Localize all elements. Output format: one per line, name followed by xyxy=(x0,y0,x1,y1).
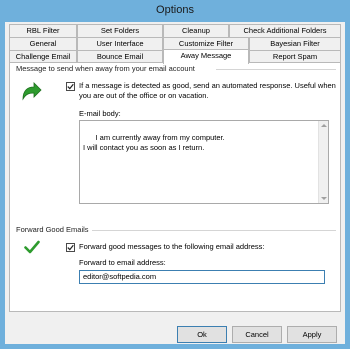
tab-cleanup[interactable]: Cleanup xyxy=(163,24,229,37)
forward-checkbox[interactable] xyxy=(66,243,75,252)
email-body-scrollbar[interactable] xyxy=(318,121,328,203)
forward-label: Forward good messages to the following e… xyxy=(79,242,265,251)
away-group-divider xyxy=(216,69,336,70)
tab-row-1: RBL Filter Set Folders Cleanup Check Add… xyxy=(9,24,341,37)
apply-button[interactable]: Apply xyxy=(287,326,337,343)
forward-group-divider xyxy=(92,230,336,231)
tab-set-folders[interactable]: Set Folders xyxy=(77,24,163,37)
email-body-text: I am currently away from my computer. I … xyxy=(83,133,225,152)
ok-button[interactable]: Ok xyxy=(177,326,227,343)
forward-address-input[interactable]: editor@softpedia.com xyxy=(79,270,325,284)
window-title: Options xyxy=(0,0,350,20)
green-checkmark-icon xyxy=(24,240,40,254)
tab-user-interface[interactable]: User Interface xyxy=(77,37,163,50)
green-reply-arrow-icon xyxy=(22,82,42,101)
tab-general[interactable]: General xyxy=(9,37,77,50)
email-body-textarea[interactable]: I am currently away from my computer. I … xyxy=(79,120,329,204)
scroll-up-icon[interactable] xyxy=(321,124,327,127)
cancel-button[interactable]: Cancel xyxy=(232,326,282,343)
tab-check-additional-folders[interactable]: Check Additional Folders xyxy=(229,24,341,37)
away-message-panel: Message to send when away from your emai… xyxy=(9,62,341,312)
forward-group-title: Forward Good Emails xyxy=(16,225,89,234)
tab-away-message[interactable]: Away Message xyxy=(163,49,249,64)
forward-address-label: Forward to email address: xyxy=(79,258,166,267)
options-dialog: RBL Filter Set Folders Cleanup Check Add… xyxy=(5,22,345,344)
away-response-checkbox[interactable] xyxy=(66,82,75,91)
email-body-label: E-mail body: xyxy=(79,109,121,118)
scroll-down-icon[interactable] xyxy=(321,197,327,200)
away-response-label: If a message is detected as good, send a… xyxy=(79,81,336,100)
tab-bayesian-filter[interactable]: Bayesian Filter xyxy=(249,37,341,50)
away-group-title: Message to send when away from your emai… xyxy=(16,64,195,73)
tab-rbl-filter[interactable]: RBL Filter xyxy=(9,24,77,37)
